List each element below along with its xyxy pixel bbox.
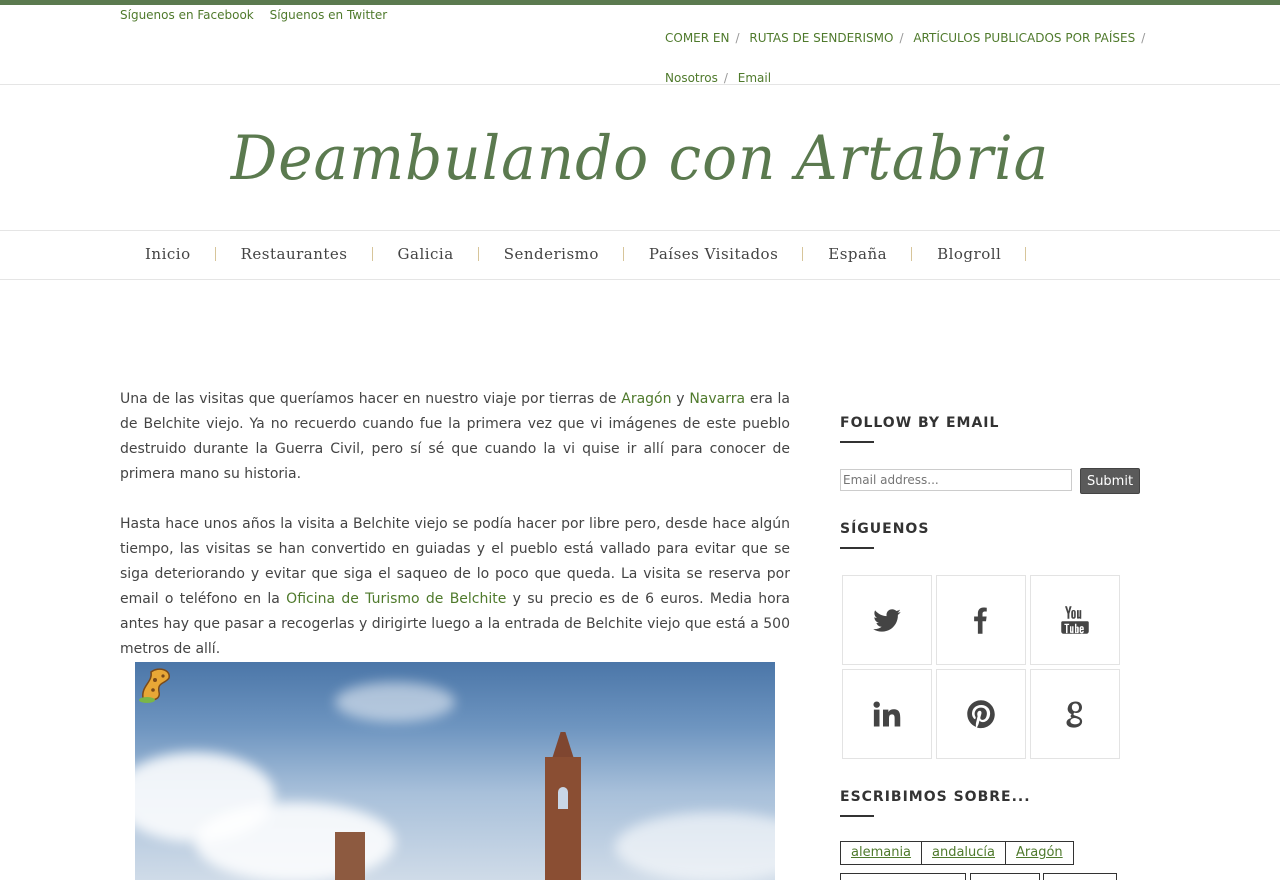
top-nav-nosotros[interactable]: Nosotros: [665, 71, 718, 85]
main-nav-galicia[interactable]: Galicia: [373, 231, 479, 277]
widget-title: ESCRIBIMOS SOBRE...: [840, 789, 1031, 805]
follow-by-email-widget: FOLLOW BY EMAIL: [840, 415, 999, 443]
top-nav-comer-en[interactable]: COMER EN: [665, 31, 729, 45]
main-nav-senderismo[interactable]: Senderismo: [479, 231, 625, 277]
site-title[interactable]: Deambulando con Artabria: [231, 122, 1050, 193]
widget-underline: [840, 815, 874, 817]
bell-tower: [545, 757, 581, 880]
top-nav-rutas[interactable]: RUTAS DE SENDERISMO: [749, 31, 893, 45]
tag-item-partial[interactable]: [1043, 873, 1117, 880]
article-paragraph: Hasta hace unos años la visita a Belchit…: [120, 512, 790, 662]
top-bar: Síguenos en Facebook Síguenos en Twitter…: [0, 5, 1280, 85]
belchite-photo[interactable]: [135, 662, 775, 880]
pinterest-button[interactable]: [936, 669, 1026, 759]
social-links: Síguenos en Facebook Síguenos en Twitter: [120, 8, 399, 22]
ruin-wall: [335, 832, 365, 880]
siguenos-widget: SÍGUENOS: [840, 521, 929, 549]
top-nav-email[interactable]: Email: [738, 71, 771, 85]
nav-separator: /: [723, 71, 728, 85]
nav-separator: /: [1141, 31, 1146, 45]
site-header: Deambulando con Artabria: [0, 86, 1280, 230]
tag-item-partial[interactable]: [970, 873, 1040, 880]
youtube-button[interactable]: [1030, 575, 1120, 665]
article-text: Una de las visitas que queríamos hacer e…: [120, 391, 622, 407]
linkedin-icon: [873, 701, 901, 727]
tag-item[interactable]: andalucía: [921, 841, 1007, 865]
linkedin-button[interactable]: [842, 669, 932, 759]
facebook-follow-link[interactable]: Síguenos en Facebook: [120, 8, 254, 22]
escribimos-sobre-widget: ESCRIBIMOS SOBRE...: [840, 789, 1031, 817]
article-paragraph: Una de las visitas que queríamos hacer e…: [120, 387, 790, 487]
pinterest-icon: [967, 700, 995, 729]
tag-item[interactable]: Aragón: [1005, 841, 1074, 865]
nav-separator: /: [899, 31, 904, 45]
oficina-turismo-link[interactable]: Oficina de Turismo de Belchite: [286, 591, 506, 607]
main-nav: Inicio Restaurantes Galicia Senderismo P…: [0, 230, 1280, 280]
tag-item-partial[interactable]: [840, 873, 966, 880]
email-subscribe-form: Submit: [840, 468, 1140, 494]
tag-item[interactable]: alemania: [840, 841, 923, 865]
bell-tower-window: [558, 787, 568, 809]
top-nav-articulos[interactable]: ARTÍCULOS PUBLICADOS POR PAÍSES: [913, 31, 1135, 45]
submit-button[interactable]: Submit: [1080, 468, 1140, 494]
main-nav-inicio[interactable]: Inicio: [120, 231, 216, 277]
main-nav-espana[interactable]: España: [803, 231, 912, 277]
nav-separator: /: [735, 31, 740, 45]
widget-title: FOLLOW BY EMAIL: [840, 415, 1000, 431]
youtube-icon: [1061, 606, 1089, 634]
facebook-icon: [974, 607, 987, 634]
google-button[interactable]: [1030, 669, 1120, 759]
watermark-logo-icon: [139, 668, 170, 703]
widget-title: SÍGUENOS: [840, 521, 930, 537]
main-nav-blogroll[interactable]: Blogroll: [912, 231, 1027, 277]
article-body: Una de las visitas que queríamos hacer e…: [120, 387, 790, 687]
widget-underline: [840, 547, 874, 549]
facebook-button[interactable]: [936, 575, 1026, 665]
twitter-follow-link[interactable]: Síguenos en Twitter: [270, 8, 388, 22]
email-input[interactable]: [840, 469, 1072, 491]
twitter-button[interactable]: [842, 575, 932, 665]
main-nav-paises-visitados[interactable]: Países Visitados: [624, 231, 804, 277]
google-icon: [1066, 701, 1083, 728]
twitter-icon: [873, 609, 901, 632]
widget-underline: [840, 441, 874, 443]
main-nav-restaurantes[interactable]: Restaurantes: [216, 231, 373, 277]
article-text: y: [671, 391, 690, 407]
navarra-link[interactable]: Navarra: [689, 391, 745, 407]
aragon-link[interactable]: Aragón: [621, 391, 671, 407]
